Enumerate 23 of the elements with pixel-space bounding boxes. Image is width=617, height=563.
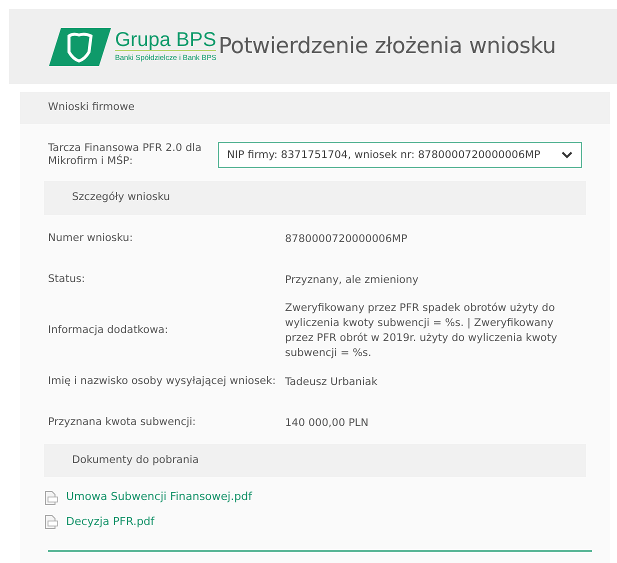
subsection-header: Szczegóły wniosku: [44, 181, 586, 215]
pdf-file-icon: [44, 490, 58, 505]
subsection-header: Dokumenty do pobrania: [44, 444, 586, 478]
chevron-down-icon: [561, 151, 573, 160]
detail-label: Przyznana kwota subwencji:: [48, 415, 197, 430]
pdf-file-icon: [44, 515, 58, 530]
detail-label: Numer wniosku:: [48, 231, 134, 246]
detail-label: Imię i nazwisko osoby wysyłającej wniosek:: [48, 374, 277, 390]
field-label: Tarcza Finansowa PFR 2.0 dla Mikrofirm i MŚP:: [48, 142, 203, 170]
detail-value: 140 000,00 PLN: [285, 416, 370, 431]
detail-value: 8780000720000006MP: [285, 232, 408, 247]
detail-label: Informacja dodatkowa:: [48, 323, 170, 338]
application-select[interactable]: NIP firmy: 8371751704, wniosek nr: 8780000720000006MP: [218, 142, 582, 168]
logo-icon: [49, 28, 111, 66]
detail-label: Status:: [48, 272, 86, 288]
section-header: Wnioski firmowe: [20, 92, 610, 124]
file-link[interactable]: Umowa Subwencji Finansowej.pdf: [66, 489, 252, 506]
detail-value: Zweryfikowany przez PFR spadek obrotów użyty do wyliczenia kwoty subwencji = %s. | Zweryfikowany przez PFR obrót w 2019r. użyty do wyliczenia kwoty subwencji = %s.: [285, 300, 558, 362]
page-title: Potwierdzenie złożenia wniosku: [218, 33, 556, 61]
detail-value: Tadeusz Urbaniak: [285, 374, 378, 390]
logo-name: Grupa BPS: [115, 30, 216, 50]
detail-value: Przyznany, ale zmieniony: [285, 272, 420, 288]
file-link[interactable]: Decyzja PFR.pdf: [66, 514, 154, 530]
